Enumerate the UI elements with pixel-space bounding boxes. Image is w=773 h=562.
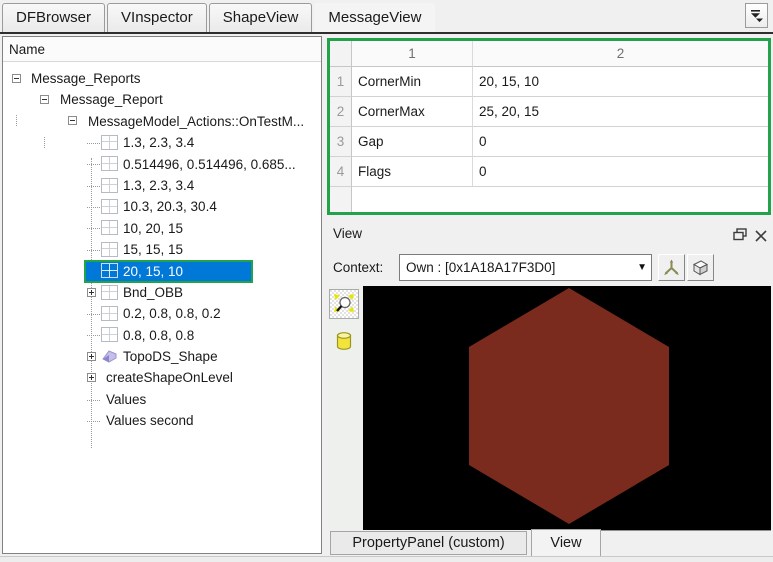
shape-icon (101, 349, 118, 370)
tree-item-createshapeonlevel[interactable]: createShapeOnLevel (3, 367, 321, 388)
context-combobox-value: Own : [0x1A18A17F3D0] (406, 260, 555, 275)
tree-item-topods-shape[interactable]: TopoDS_Shape (3, 346, 321, 367)
message-tree-panel: Name Message_Reports Message_Report Mess… (2, 36, 322, 554)
trihedron-display-button[interactable] (658, 254, 685, 281)
float-panel-button[interactable] (733, 228, 747, 246)
table-cell-name[interactable]: CornerMin (352, 67, 473, 97)
table-cell-name[interactable]: Flags (352, 157, 473, 187)
context-combobox[interactable]: Own : [0x1A18A17F3D0] ▼ (399, 254, 652, 281)
float-window-icon (733, 228, 747, 241)
expand-expander-icon[interactable] (87, 373, 96, 382)
tree-item-messagemodel-actions[interactable]: MessageModel_Actions::OnTestM... (3, 111, 321, 132)
messageview-window: DFBrowser VInspector ShapeView MessageVi… (0, 0, 773, 562)
tree-item-values-row[interactable]: 0.2, 0.8, 0.8, 0.2 (3, 303, 321, 324)
row-header[interactable]: 4 (330, 157, 352, 187)
table-icon (101, 285, 118, 300)
tree-body: Message_Reports Message_Report MessageMo… (3, 62, 321, 432)
viewport-scene (363, 286, 771, 530)
status-bar (0, 556, 773, 562)
table-cell-value[interactable]: 20, 15, 10 (473, 67, 768, 97)
expand-expander-icon[interactable] (87, 288, 96, 297)
tree-item-values-row[interactable]: 1.3, 2.3, 3.4 (3, 132, 321, 153)
tree-item-values-row[interactable]: 15, 15, 15 (3, 239, 321, 260)
column-header-2[interactable]: 2 (473, 41, 768, 67)
collapse-expander-icon[interactable] (12, 74, 21, 83)
cube-display-button[interactable] (687, 254, 714, 281)
tree-item-bnd-obb[interactable]: Bnd_OBB (3, 282, 321, 303)
close-panel-button[interactable] (755, 229, 767, 247)
tree-item-selected[interactable]: 20, 15, 10 (3, 261, 321, 282)
cylinder-icon (335, 331, 353, 352)
table-icon (101, 156, 118, 171)
table-icon (101, 327, 118, 342)
tree-item-values-row[interactable]: 0.8, 0.8, 0.8 (3, 325, 321, 346)
table-cell-name[interactable]: CornerMax (352, 97, 473, 127)
trihedron-axes-icon (662, 258, 681, 277)
shaded-mode-button[interactable] (335, 331, 353, 352)
table-icon (101, 242, 118, 257)
row-header[interactable]: 2 (330, 97, 352, 127)
cube-icon (691, 258, 710, 277)
tree-item-values[interactable]: Values (3, 389, 321, 410)
occt-3d-viewport[interactable] (363, 286, 771, 530)
close-icon (755, 230, 767, 242)
tab-propertypanel-custom[interactable]: PropertyPanel (custom) (330, 531, 527, 555)
collapse-expander-icon[interactable] (68, 116, 77, 125)
table-cell-value[interactable]: 25, 20, 15 (473, 97, 768, 127)
table-empty-gutter (330, 187, 352, 212)
view-panel-title: View (333, 221, 362, 247)
table-icon (101, 199, 118, 214)
double-down-arrow-icon (746, 4, 767, 27)
row-header[interactable]: 1 (330, 67, 352, 97)
fit-all-icon (333, 293, 355, 315)
tree-item-values-row[interactable]: 10, 20, 15 (3, 218, 321, 239)
toolbar-extension-button[interactable] (745, 3, 768, 28)
tree-item-values-row[interactable]: 1.3, 2.3, 3.4 (3, 175, 321, 196)
table-empty-area (352, 187, 768, 212)
fit-all-button[interactable] (329, 289, 359, 319)
tab-dfbrowser[interactable]: DFBrowser (2, 3, 105, 32)
table-cell-name[interactable]: Gap (352, 127, 473, 157)
column-header-1[interactable]: 1 (352, 41, 473, 67)
expand-expander-icon[interactable] (87, 352, 96, 361)
tree-item-message-reports[interactable]: Message_Reports (3, 68, 321, 89)
property-table: 1 2 1 CornerMin 20, 15, 10 2 CornerMax 2… (327, 38, 771, 215)
table-icon (101, 178, 118, 193)
tree-item-values-row[interactable]: 10.3, 20.3, 30.4 (3, 196, 321, 217)
box-shape-hexagon[interactable] (469, 288, 669, 524)
tree-item-values-row[interactable]: 0.514496, 0.514496, 0.685... (3, 154, 321, 175)
tab-shapeview[interactable]: ShapeView (209, 3, 313, 32)
viewport-toolbar (327, 286, 363, 530)
tab-vinspector[interactable]: VInspector (107, 3, 207, 32)
tree-item-values-second[interactable]: Values second (3, 410, 321, 431)
collapse-expander-icon[interactable] (40, 95, 49, 104)
chevron-down-icon[interactable]: ▼ (637, 255, 647, 280)
row-header[interactable]: 3 (330, 127, 352, 157)
main-tab-bar: DFBrowser VInspector ShapeView MessageVi… (0, 0, 773, 34)
tree-header-name[interactable]: Name (3, 37, 321, 62)
table-cell-value[interactable]: 0 (473, 157, 768, 187)
context-label: Context: (333, 254, 383, 281)
table-icon (101, 220, 118, 235)
table-icon (101, 135, 118, 150)
table-icon (101, 306, 118, 321)
tree-item-message-report[interactable]: Message_Report (3, 89, 321, 110)
table-corner-cell[interactable] (330, 41, 352, 67)
table-cell-value[interactable]: 0 (473, 127, 768, 157)
tab-view[interactable]: View (531, 529, 601, 557)
tab-messageview[interactable]: MessageView (314, 3, 435, 32)
bottom-tab-baseline (599, 530, 771, 531)
